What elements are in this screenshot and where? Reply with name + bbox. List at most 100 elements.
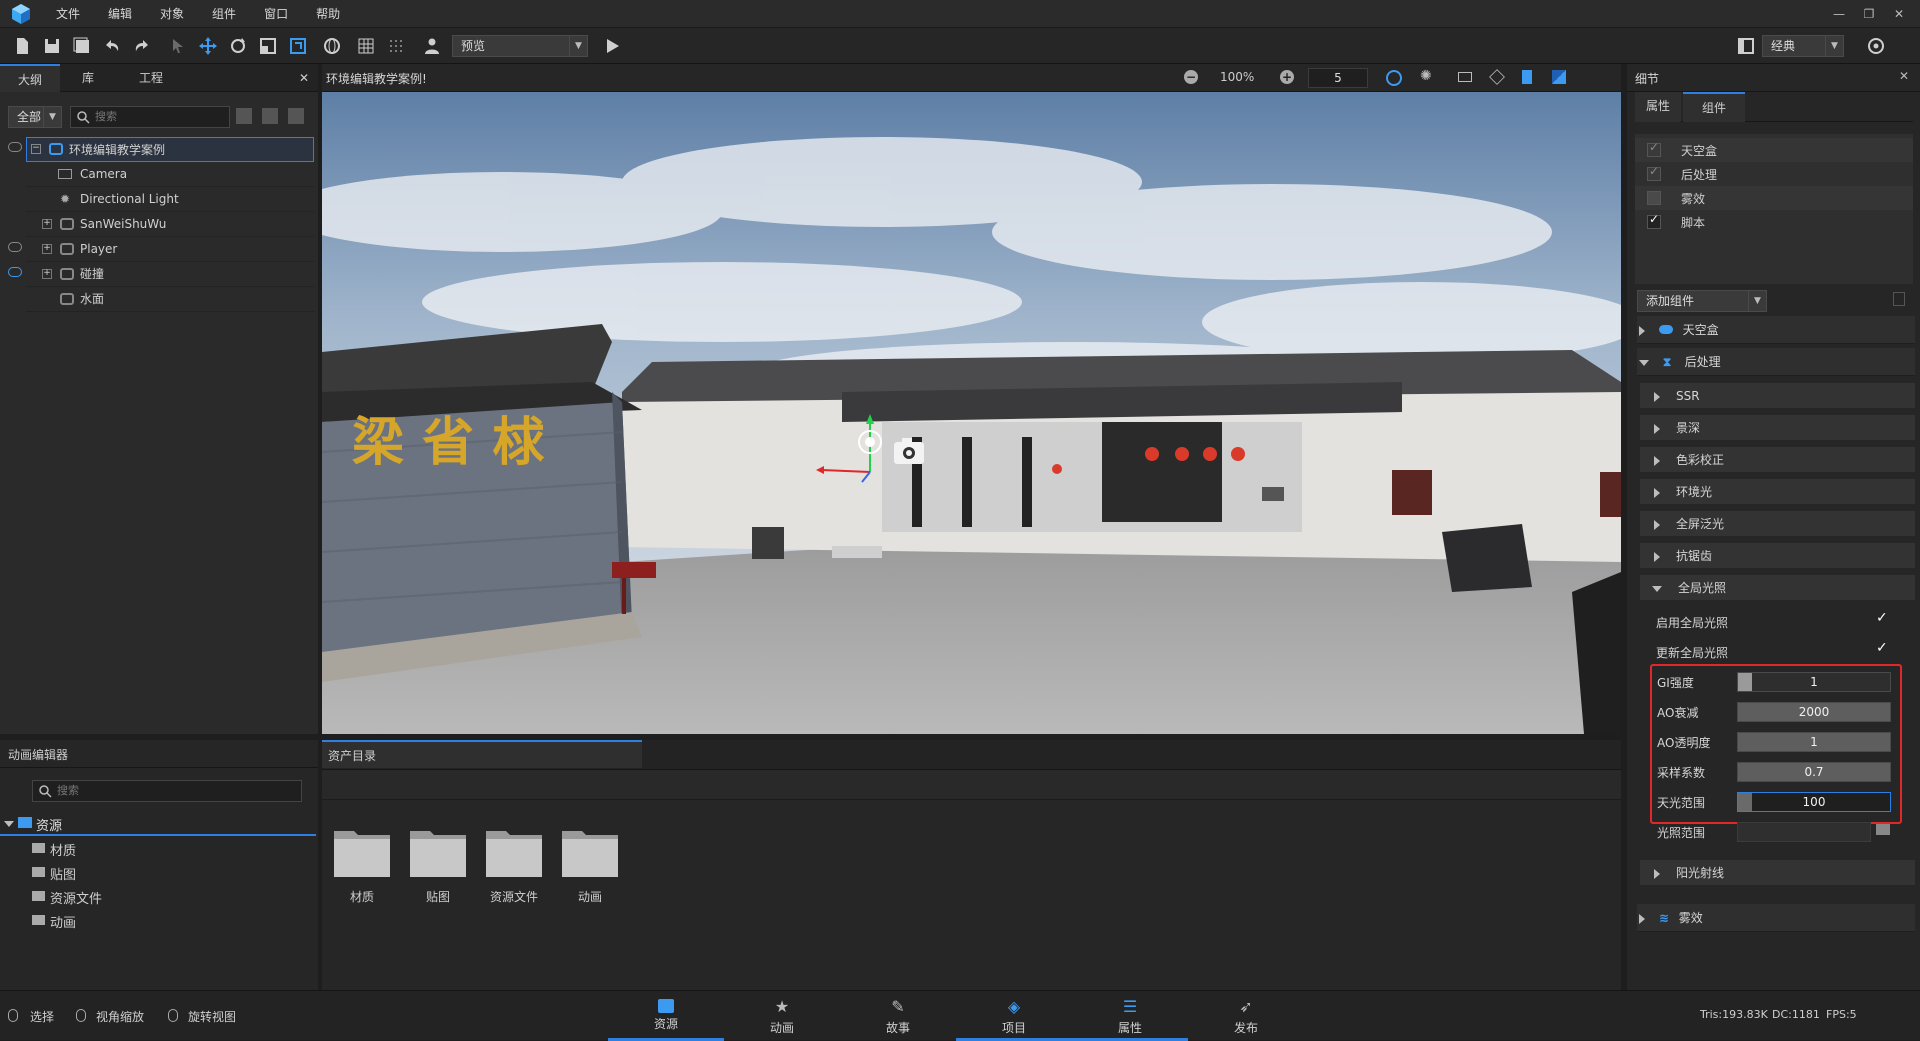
save-all-icon[interactable] (72, 36, 92, 56)
checkbox-skybox[interactable]: ✓ (1647, 140, 1661, 157)
dot-grid-icon[interactable] (386, 36, 406, 56)
snap-tool-icon[interactable] (288, 36, 308, 56)
zoom-out-icon[interactable]: − (1184, 70, 1198, 84)
menu-window[interactable]: 窗口 (250, 0, 302, 28)
checkbox-postprocess[interactable]: ✓ (1647, 164, 1661, 181)
subsection-aa[interactable]: 抗锯齿 (1640, 543, 1915, 569)
asset-root-row[interactable]: 资源 (0, 812, 316, 836)
menu-edit[interactable]: 编辑 (94, 0, 146, 28)
tab-outline[interactable]: 大纲 (0, 64, 60, 92)
enable-gi-checkbox[interactable]: ✓ (1876, 610, 1888, 626)
menu-component[interactable]: 组件 (198, 0, 250, 28)
trash-icon[interactable] (1893, 292, 1905, 306)
section-postprocess[interactable]: ⧗ 后处理 (1637, 348, 1915, 376)
tree-row-water[interactable]: 水面 (26, 287, 314, 312)
rotate-tool-icon[interactable] (228, 36, 248, 56)
undo-icon[interactable] (102, 36, 122, 56)
sky-range-input[interactable]: 100 (1737, 792, 1891, 812)
gi-strength-slider[interactable]: 1 (1737, 672, 1891, 692)
bottom-tab-project[interactable]: ◈ 项目 (956, 991, 1072, 1041)
sample-slider[interactable]: 0.7 (1737, 762, 1891, 782)
tree-row-collision[interactable]: + 碰撞 (26, 262, 314, 287)
update-gi-checkbox[interactable]: ✓ (1876, 640, 1888, 656)
subsection-color[interactable]: 色彩校正 (1640, 447, 1915, 473)
layout-icon[interactable] (1736, 36, 1756, 56)
asset-tile-textures[interactable]: 贴图 (405, 825, 471, 905)
asset-folder-animations[interactable]: 动画 (32, 910, 312, 932)
ao-decay-slider[interactable]: 2000 (1737, 702, 1891, 722)
filter-icon[interactable] (288, 108, 304, 124)
menu-help[interactable]: 帮助 (302, 0, 354, 28)
bottom-tab-properties[interactable]: ☰ 属性 (1072, 991, 1188, 1041)
scale-tool-icon[interactable] (258, 36, 278, 56)
bottom-tab-animation[interactable]: ★ 动画 (724, 991, 840, 1041)
restore-icon[interactable]: ❐ (1854, 0, 1884, 28)
subsection-ssr[interactable]: SSR (1640, 383, 1915, 409)
camera-speed-input[interactable]: 5 (1308, 68, 1368, 88)
expand-icon[interactable]: + (42, 269, 52, 279)
player-icon[interactable] (422, 36, 442, 56)
asset-tile-resources[interactable]: 资源文件 (481, 825, 547, 905)
visibility-eye-icon[interactable] (8, 242, 22, 252)
bottom-tab-publish[interactable]: ➶ 发布 (1188, 991, 1304, 1041)
orbit-icon[interactable] (1386, 70, 1402, 86)
expand-all-icon[interactable] (236, 108, 252, 124)
outline-filter-select[interactable]: 全部 ▼ (8, 106, 62, 128)
collapse-icon[interactable]: − (31, 144, 41, 154)
bottom-tab-story[interactable]: ✎ 故事 (840, 991, 956, 1041)
tab-project[interactable]: 工程 (120, 64, 182, 92)
tab-library[interactable]: 库 (60, 64, 116, 92)
tree-row-player[interactable]: + Player (26, 237, 314, 262)
close-icon[interactable]: ✕ (1899, 69, 1909, 83)
video-icon[interactable] (1458, 72, 1472, 82)
play-icon[interactable] (602, 36, 622, 56)
checkbox-script[interactable]: ✓ (1647, 212, 1661, 229)
tab-properties[interactable]: 属性 (1635, 92, 1681, 122)
component-item-postprocess[interactable]: ✓ 后处理 (1635, 162, 1913, 186)
menu-object[interactable]: 对象 (146, 0, 198, 28)
subsection-bloom[interactable]: 全屏泛光 (1640, 511, 1915, 537)
section-skybox[interactable]: 天空盒 (1637, 316, 1915, 344)
subsection-dof[interactable]: 景深 (1640, 415, 1915, 441)
tree-row-light[interactable]: ✹ Directional Light (26, 187, 314, 212)
tab-asset-directory[interactable]: 资产目录 (322, 740, 642, 768)
tree-row-root[interactable]: − 环境编辑教学案例 (26, 137, 314, 162)
add-component-select[interactable]: 添加组件 ▼ (1637, 290, 1767, 312)
folder-icon[interactable] (1876, 824, 1890, 835)
new-file-icon[interactable] (12, 36, 32, 56)
render-mode-icon[interactable] (1552, 70, 1566, 84)
visibility-eye-icon[interactable] (8, 142, 22, 152)
subsection-gi[interactable]: 全局光照 (1640, 575, 1915, 601)
section-fog[interactable]: ≋ 雾效 (1637, 904, 1915, 932)
outline-search-input[interactable]: 搜索 (70, 106, 230, 128)
slider-knob[interactable] (1738, 793, 1752, 811)
expand-icon[interactable]: + (42, 244, 52, 254)
sun-icon[interactable]: ✺ (1420, 68, 1432, 84)
asset-folder-textures[interactable]: 贴图 (32, 862, 312, 884)
layout-select[interactable]: 经典 ▼ (1762, 35, 1844, 57)
grid-icon[interactable] (356, 36, 376, 56)
menu-file[interactable]: 文件 (42, 0, 94, 28)
move-tool-icon[interactable] (198, 36, 218, 56)
subsection-ambient[interactable]: 环境光 (1640, 479, 1915, 505)
component-item-fog[interactable]: 雾效 (1635, 186, 1913, 210)
tree-row-sanweishuwu[interactable]: + SanWeiShuWu (26, 212, 314, 237)
checkbox-fog[interactable] (1647, 191, 1661, 205)
expand-icon[interactable]: + (42, 219, 52, 229)
asset-folder-materials[interactable]: 材质 (32, 838, 312, 860)
ao-opacity-slider[interactable]: 1 (1737, 732, 1891, 752)
zoom-in-icon[interactable]: + (1280, 70, 1294, 84)
asset-tile-animations[interactable]: 动画 (557, 825, 623, 905)
close-icon[interactable]: ✕ (1884, 0, 1914, 28)
cube-icon[interactable] (1489, 69, 1505, 85)
component-item-script[interactable]: ✓ 脚本 (1635, 210, 1913, 234)
select-cursor-icon[interactable] (168, 36, 188, 56)
save-icon[interactable] (42, 36, 62, 56)
light-range-field[interactable] (1737, 822, 1871, 842)
link-icon[interactable] (262, 108, 278, 124)
redo-icon[interactable] (132, 36, 152, 56)
bookmark-icon[interactable] (1522, 70, 1532, 84)
scene-view[interactable]: 梁 省 梂 (322, 92, 1621, 734)
close-icon[interactable]: ✕ (292, 64, 316, 92)
mode-select[interactable]: 预览 ▼ (452, 35, 588, 57)
